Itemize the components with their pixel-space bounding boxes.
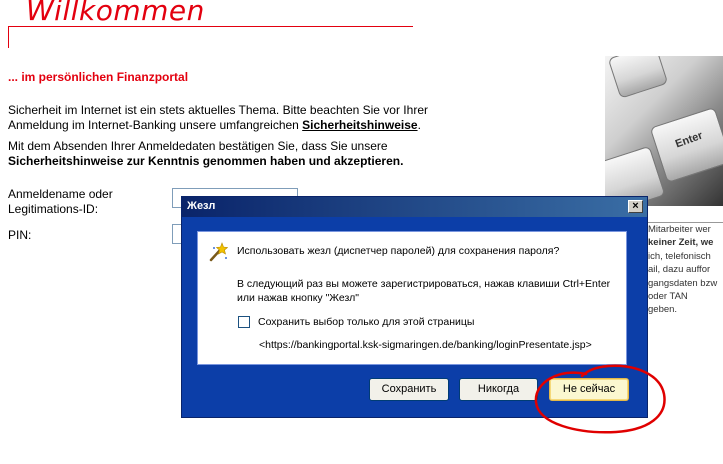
never-button[interactable]: Никогда [459, 378, 538, 401]
security-info-panel: Mitarbeiter wer keiner Zeit, we ich, tel… [648, 222, 723, 353]
header-divider [8, 26, 413, 27]
consent-text: Mit dem Absenden Ihrer Anmeldedaten best… [8, 139, 388, 153]
dialog-content: Использовать жезл (диспетчер паролей) дл… [197, 231, 627, 365]
close-button[interactable]: × [628, 200, 643, 213]
info-line: keiner Zeit, we [648, 237, 714, 249]
header-divider-vertical [8, 26, 9, 48]
page-subtitle: ... im persönlichen Finanzportal [8, 70, 189, 84]
save-button[interactable]: Сохранить [369, 378, 449, 401]
dialog-titlebar[interactable]: Жезл × [182, 197, 647, 217]
intro-paragraph-2: Mit dem Absenden Ihrer Anmeldedaten best… [8, 139, 448, 169]
pin-label: PIN: [8, 228, 32, 242]
dialog-info: В следующий раз вы можете зарегистрирова… [237, 278, 611, 304]
keyboard-photo: Enter [605, 56, 723, 206]
info-line: ail, dazu auffor [648, 264, 711, 276]
intro-text-end: . [417, 118, 421, 132]
info-line: oder TAN [648, 291, 688, 303]
annotation-circle [534, 364, 666, 434]
info-line: ich, telefonisch [648, 250, 711, 262]
keyboard-key [607, 56, 669, 99]
dialog-question: Использовать жезл (диспетчер паролей) дл… [237, 245, 560, 257]
consent-text-bold: Sicherheitshinweise zur Kenntnis genomme… [8, 154, 404, 168]
info-line: gangsdaten bzw [648, 277, 718, 289]
security-notes-link[interactable]: Sicherheitshinweise [302, 118, 417, 132]
intro-paragraph-1: Sicherheit im Internet ist ein stets akt… [8, 103, 448, 133]
dialog-title: Жезл [187, 200, 216, 212]
username-label: Anmeldename oder Legitimations-ID: [8, 187, 113, 216]
page-url: <https://bankingportal.ksk-sigmaringen.d… [259, 339, 592, 351]
remember-page-checkbox[interactable] [238, 316, 250, 328]
info-line: geben. [648, 304, 678, 316]
info-line: Mitarbeiter wer [648, 224, 711, 235]
page-title: Willkommen [26, 0, 205, 27]
remember-page-label[interactable]: Сохранить выбор только для этой страницы [258, 315, 474, 329]
wand-icon [209, 242, 228, 262]
